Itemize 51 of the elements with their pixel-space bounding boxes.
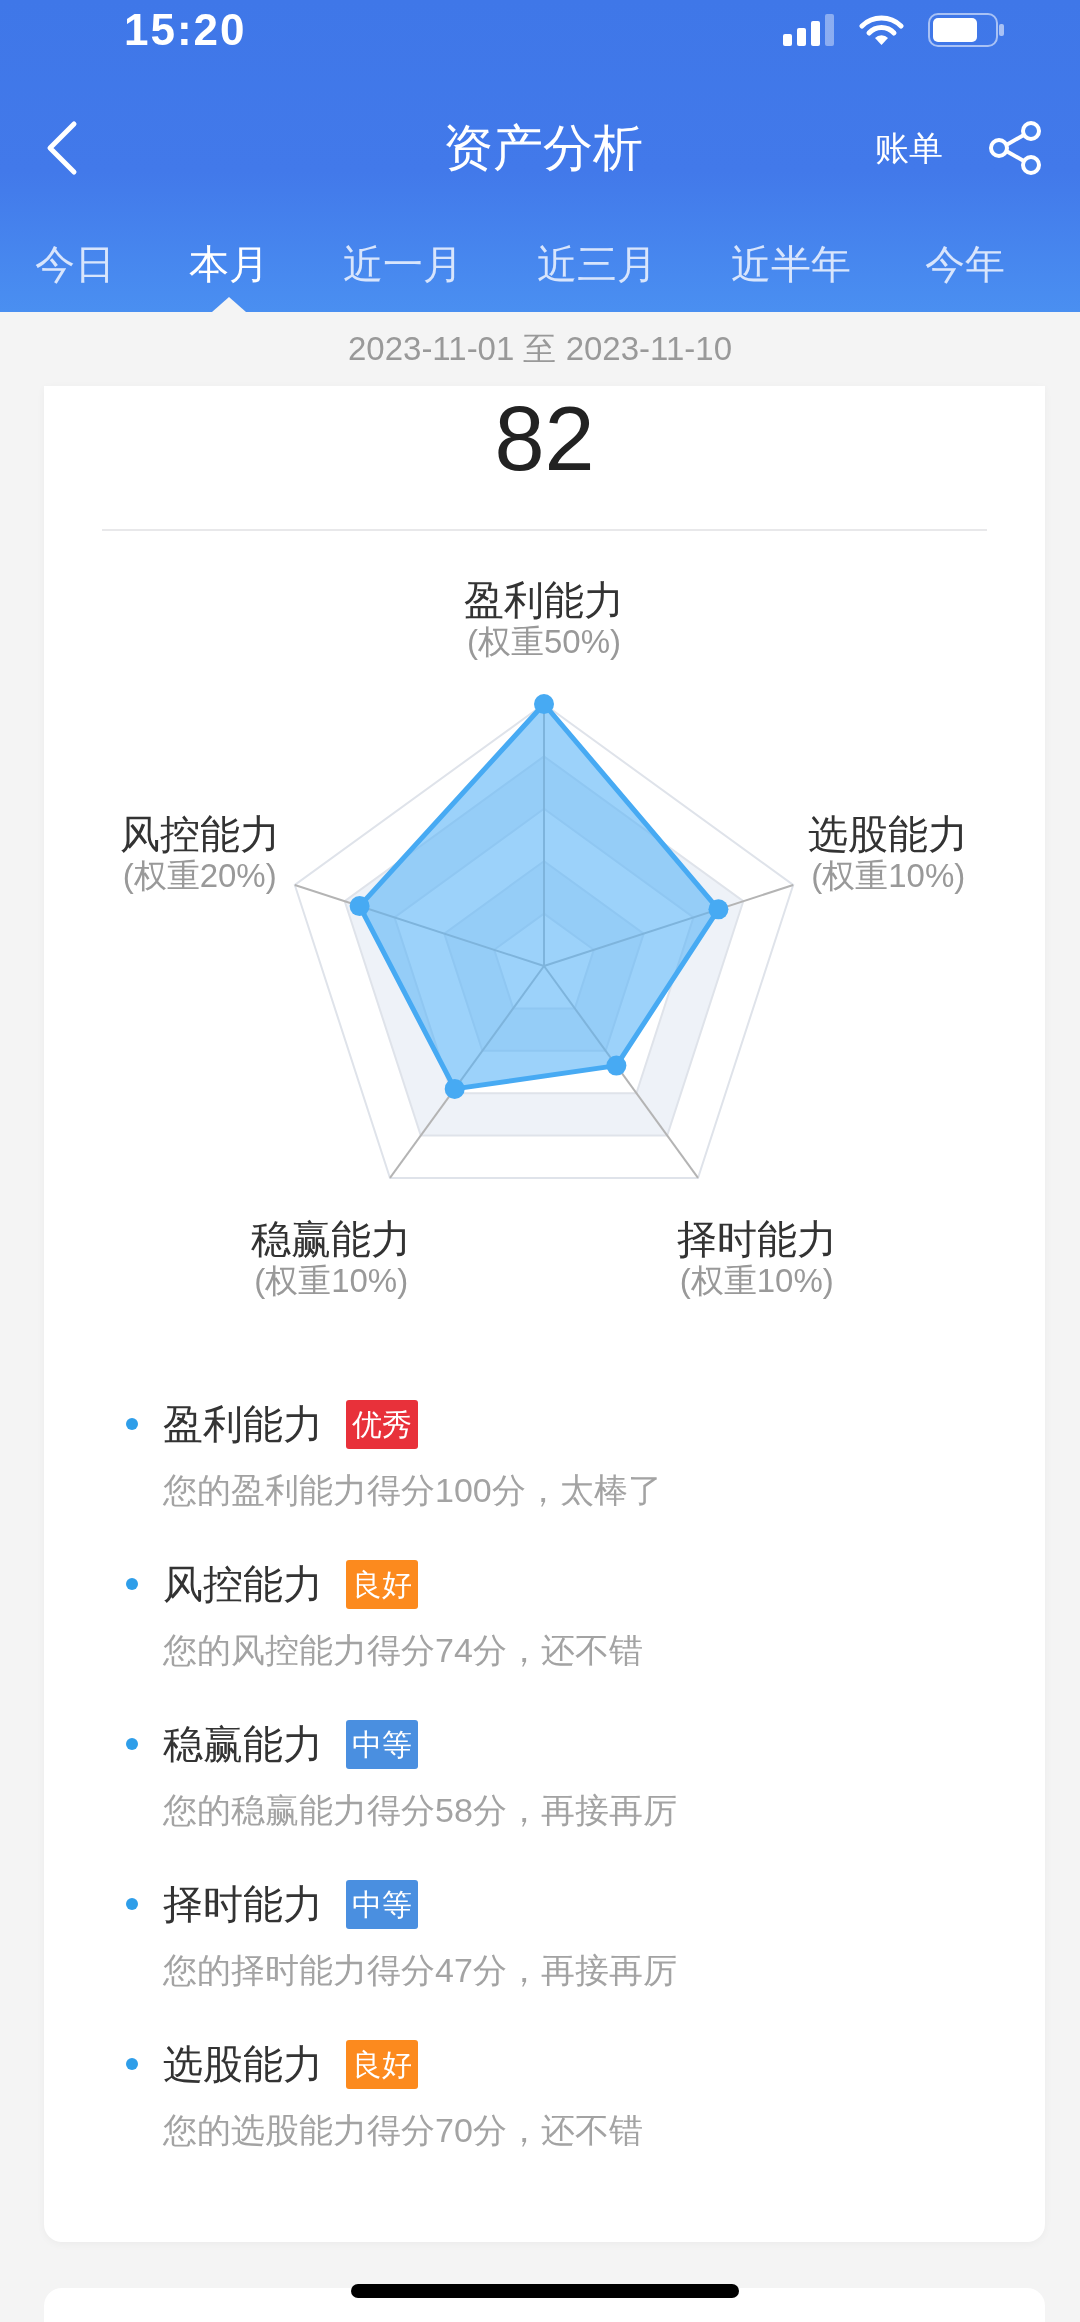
period-tab[interactable]: 今年 xyxy=(925,236,1005,312)
axis-label: 稳赢能力 xyxy=(251,1216,412,1261)
ability-name: 稳赢能力 xyxy=(163,1721,323,1768)
ability-name: 择时能力 xyxy=(163,1881,323,1928)
weight-label: (权重10%) xyxy=(253,1260,410,1301)
rating-tag: 中等 xyxy=(346,1879,418,1929)
ability-description: 您的择时能力得分47分，再接再厉 xyxy=(162,1950,678,1991)
radar-point xyxy=(349,896,370,917)
ability-name: 风控能力 xyxy=(163,1561,323,1608)
period-tab[interactable]: 近一月 xyxy=(343,236,463,312)
share-icon[interactable] xyxy=(987,120,1043,176)
radar-point xyxy=(606,1055,627,1076)
axis-label: 择时能力 xyxy=(676,1216,837,1261)
rating-tag: 中等 xyxy=(346,1719,418,1769)
rating-tag: 良好 xyxy=(346,2039,418,2089)
radar-point xyxy=(444,1078,465,1099)
battery-icon xyxy=(928,13,1005,47)
bullet-dot-icon xyxy=(126,1898,138,1910)
weight-label: (权重10%) xyxy=(678,1260,835,1301)
ability-description: 您的选股能力得分70分，还不错 xyxy=(162,2110,644,2151)
period-tab[interactable]: 本月 xyxy=(189,236,269,312)
score-value: 82 xyxy=(493,388,596,491)
bullet-dot-icon xyxy=(126,1418,138,1430)
axis-label: 选股能力 xyxy=(808,812,969,857)
period-tab[interactable]: 近半年 xyxy=(731,236,851,312)
weight-label: (权重20%) xyxy=(121,856,278,897)
page-title: 资产分析 xyxy=(443,119,643,178)
ability-name: 选股能力 xyxy=(163,2041,323,2088)
radar-point xyxy=(534,694,554,714)
radar-point xyxy=(708,899,729,920)
rating-tag: 良好 xyxy=(346,1559,418,1609)
date-range: 2023-11-01 至 2023-11-10 xyxy=(346,329,733,369)
signal-icon xyxy=(783,14,835,46)
rating-tag: 优秀 xyxy=(346,1399,418,1449)
weight-label: (权重50%) xyxy=(466,622,622,662)
status-time: 15:20 xyxy=(124,8,247,52)
tab-indicator-icon xyxy=(212,297,246,312)
period-tab[interactable]: 近三月 xyxy=(537,236,657,312)
period-tab[interactable]: 今日 xyxy=(35,236,115,312)
axis-label: 风控能力 xyxy=(119,812,280,857)
ability-description: 您的风控能力得分74分，还不错 xyxy=(162,1630,644,1671)
bill-button[interactable]: 账单 xyxy=(875,127,943,169)
ability-name: 盈利能力 xyxy=(163,1401,323,1448)
bullet-dot-icon xyxy=(126,1578,138,1590)
axis-label: 盈利能力 xyxy=(464,578,624,622)
bullet-dot-icon xyxy=(126,1738,138,1750)
wifi-icon xyxy=(859,14,904,46)
bullet-dot-icon xyxy=(126,2058,138,2070)
ability-description: 您的盈利能力得分100分，太棒了 xyxy=(162,1470,663,1511)
ability-description: 您的稳赢能力得分58分，再接再厉 xyxy=(162,1790,678,1831)
weight-label: (权重10%) xyxy=(810,856,967,897)
